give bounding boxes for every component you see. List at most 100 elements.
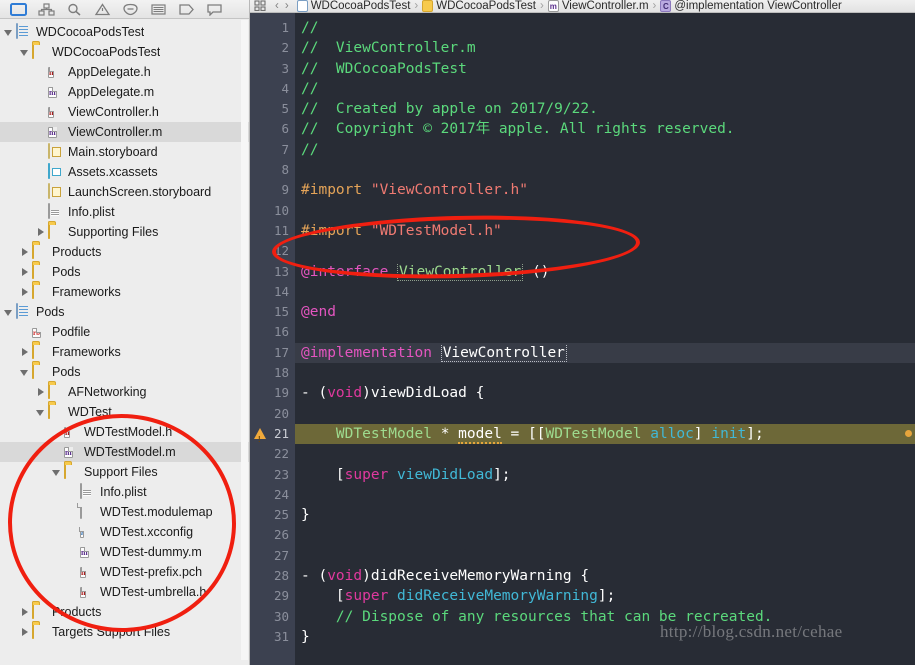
line-number[interactable]: 2 xyxy=(250,38,295,58)
line-number[interactable]: 30 xyxy=(250,607,295,627)
disclosure-triangle-closed-icon[interactable] xyxy=(19,627,30,638)
code-line[interactable]: #import "ViewController.h" xyxy=(295,180,915,200)
code-area[interactable]: 1234567891011121314151617181920212223242… xyxy=(250,13,915,665)
line-number[interactable]: 1 xyxy=(250,18,295,38)
file-tree-row[interactable]: WDTest xyxy=(0,402,249,422)
file-tree-row[interactable]: m ViewController.m xyxy=(0,122,249,142)
disclosure-triangle-closed-icon[interactable] xyxy=(19,247,30,258)
code-line[interactable] xyxy=(295,201,915,221)
code-line[interactable]: [super viewDidLoad]; xyxy=(295,465,915,485)
disclosure-triangle-open-icon[interactable] xyxy=(19,47,30,58)
file-tree-row[interactable]: Assets.xcassets xyxy=(0,162,249,182)
file-tree-row[interactable]: Frameworks xyxy=(0,342,249,362)
line-number[interactable]: 8 xyxy=(250,160,295,180)
file-tree-row[interactable]: Supporting Files xyxy=(0,222,249,242)
file-tree-row[interactable]: Pods xyxy=(0,362,249,382)
disclosure-triangle-open-icon[interactable] xyxy=(51,467,62,478)
code-line[interactable]: // xyxy=(295,18,915,38)
jump-bar-forward-button[interactable]: › xyxy=(285,0,289,12)
file-tree-row[interactable]: h WDTestModel.h xyxy=(0,422,249,442)
jump-bar[interactable]: ‹ › WDCocoaPodsTest › WDCocoaPodsTest › … xyxy=(250,0,915,13)
file-tree-row[interactable]: Products xyxy=(0,242,249,262)
line-number[interactable]: 24 xyxy=(250,485,295,505)
file-tree-row[interactable]: rb Podfile xyxy=(0,322,249,342)
code-line[interactable]: // ViewController.m xyxy=(295,38,915,58)
line-number[interactable]: 13 xyxy=(250,262,295,282)
source-control-navigator-icon[interactable] xyxy=(32,1,60,18)
file-tree-row[interactable]: Targets Support Files xyxy=(0,622,249,642)
file-tree-row[interactable]: m WDTestModel.m xyxy=(0,442,249,462)
line-number[interactable]: 12 xyxy=(250,241,295,261)
line-number[interactable]: 29 xyxy=(250,586,295,606)
line-number[interactable]: 22 xyxy=(250,444,295,464)
code-line[interactable]: // xyxy=(295,140,915,160)
test-navigator-icon[interactable] xyxy=(116,1,144,18)
line-number[interactable]: 17 xyxy=(250,343,295,363)
disclosure-triangle-open-icon[interactable] xyxy=(35,407,46,418)
file-tree-row[interactable]: Frameworks xyxy=(0,282,249,302)
code-line[interactable]: @implementation ViewController xyxy=(295,342,915,364)
code-line[interactable]: [super didReceiveMemoryWarning]; xyxy=(295,586,915,606)
line-number[interactable]: 31 xyxy=(250,627,295,647)
line-number[interactable]: 27 xyxy=(250,546,295,566)
code-line[interactable]: } xyxy=(295,627,915,647)
line-number[interactable]: 25 xyxy=(250,505,295,525)
line-number[interactable]: 4 xyxy=(250,79,295,99)
line-number[interactable]: 18 xyxy=(250,363,295,383)
code-line[interactable] xyxy=(295,525,915,545)
code-line[interactable] xyxy=(295,404,915,424)
code-line[interactable] xyxy=(295,160,915,180)
line-number[interactable]: 6 xyxy=(250,119,295,139)
file-tree-row[interactable]: Pods xyxy=(0,302,249,322)
file-tree-row[interactable]: h WDTest-prefix.pch xyxy=(0,562,249,582)
code-line[interactable]: @interface ViewController () xyxy=(295,262,915,282)
disclosure-triangle-open-icon[interactable] xyxy=(3,27,14,38)
line-number[interactable]: 11 xyxy=(250,221,295,241)
code-lines[interactable]: //// ViewController.m// WDCocoaPodsTest /… xyxy=(295,13,915,665)
line-number[interactable]: 14 xyxy=(250,282,295,302)
file-tree-row[interactable]: AFNetworking xyxy=(0,382,249,402)
breadcrumb-project[interactable]: WDCocoaPodsTest xyxy=(296,0,410,12)
line-number[interactable]: 7 xyxy=(250,140,295,160)
warning-scroll-marker[interactable] xyxy=(905,430,912,437)
breakpoint-navigator-icon[interactable] xyxy=(172,1,200,18)
code-line[interactable] xyxy=(295,282,915,302)
line-number[interactable]: 21 xyxy=(250,424,295,450)
line-number[interactable]: 28 xyxy=(250,566,295,586)
code-line[interactable] xyxy=(295,322,915,342)
breadcrumb-group[interactable]: WDCocoaPodsTest xyxy=(422,0,536,12)
search-navigator-icon[interactable] xyxy=(60,1,88,18)
file-tree-row[interactable]: Pods xyxy=(0,262,249,282)
warning-triangle-icon[interactable] xyxy=(254,427,266,450)
code-line[interactable]: - (void)didReceiveMemoryWarning { xyxy=(295,566,915,586)
code-line[interactable] xyxy=(295,363,915,383)
disclosure-triangle-closed-icon[interactable] xyxy=(35,387,46,398)
debug-navigator-icon[interactable] xyxy=(144,1,172,18)
file-tree-row[interactable]: WDCocoaPodsTest xyxy=(0,42,249,62)
disclosure-triangle-open-icon[interactable] xyxy=(19,367,30,378)
file-tree-row[interactable]: m AppDelegate.m xyxy=(0,82,249,102)
file-tree-row[interactable]: Info.plist xyxy=(0,202,249,222)
disclosure-triangle-closed-icon[interactable] xyxy=(19,267,30,278)
line-number[interactable]: 5 xyxy=(250,99,295,119)
code-line[interactable] xyxy=(295,444,915,464)
disclosure-triangle-closed-icon[interactable] xyxy=(19,347,30,358)
breadcrumb-symbol[interactable]: C @implementation ViewController xyxy=(660,0,842,12)
disclosure-triangle-closed-icon[interactable] xyxy=(19,287,30,298)
code-line[interactable]: } xyxy=(295,505,915,525)
line-number[interactable]: 16 xyxy=(250,322,295,342)
file-tree-row[interactable]: Products xyxy=(0,602,249,622)
line-number[interactable]: 3 xyxy=(250,59,295,79)
code-line[interactable] xyxy=(295,241,915,261)
line-number[interactable]: 10 xyxy=(250,201,295,221)
code-line[interactable]: // WDCocoaPodsTest xyxy=(295,59,915,79)
line-number[interactable]: 19 xyxy=(250,383,295,403)
disclosure-triangle-open-icon[interactable] xyxy=(3,307,14,318)
file-tree-row[interactable]: i WDTest.xcconfig xyxy=(0,522,249,542)
issue-navigator-icon[interactable] xyxy=(88,1,116,18)
file-tree-row[interactable]: WDCocoaPodsTest xyxy=(0,22,249,42)
code-line[interactable]: // Dispose of any resources that can be … xyxy=(295,607,915,627)
disclosure-triangle-closed-icon[interactable] xyxy=(19,607,30,618)
code-line[interactable]: @end xyxy=(295,302,915,322)
related-items-icon[interactable] xyxy=(254,0,267,12)
